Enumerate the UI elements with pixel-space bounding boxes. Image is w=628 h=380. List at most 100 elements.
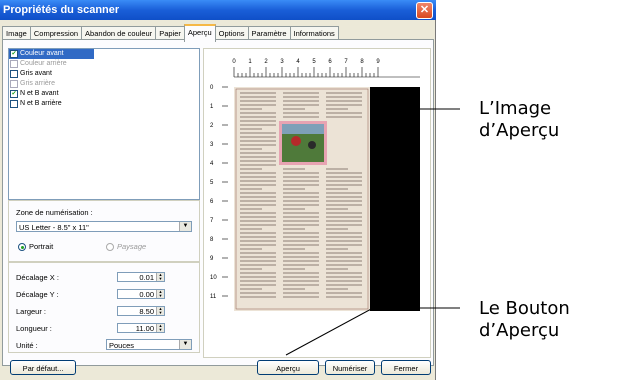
list-item[interactable]: ✔ Couleur avant bbox=[9, 49, 94, 59]
checkbox-icon[interactable] bbox=[10, 100, 18, 108]
window-title: Propriétés du scanner bbox=[3, 4, 120, 16]
checkbox-icon[interactable] bbox=[10, 60, 18, 68]
landscape-label: Paysage bbox=[117, 242, 147, 251]
spinner-arrows-icon[interactable]: ▲ ▼ bbox=[156, 273, 164, 281]
list-item[interactable]: Gris avant bbox=[9, 69, 199, 79]
tab-image[interactable]: Image bbox=[2, 26, 31, 40]
ruler-left-label: 2 bbox=[210, 123, 214, 129]
callout-preview-image-line1: L’Image bbox=[479, 98, 552, 119]
offset-x-label: Décalage X : bbox=[16, 273, 59, 282]
checkbox-icon[interactable] bbox=[10, 70, 18, 78]
tab-param-tre[interactable]: Paramètre bbox=[247, 26, 291, 40]
scan-area-value: US Letter - 8.5" x 11" bbox=[19, 223, 89, 232]
spinner-arrows-icon[interactable]: ▲ ▼ bbox=[156, 307, 164, 315]
ruler-left-label: 8 bbox=[210, 237, 214, 243]
scan-button[interactable]: Numériser bbox=[325, 360, 375, 375]
scan-area-label: Zone de numérisation : bbox=[16, 208, 93, 217]
list-item-label: Gris arrière bbox=[20, 80, 56, 87]
preview-canvas: 0 1 2 3 4 5 6 7 8 9 0 1 2 3 4 5 6 7 8 9 10 11 bbox=[210, 59, 420, 311]
callout-preview-button-line2: d’Aperçu bbox=[479, 320, 560, 341]
length-value: 11.00 bbox=[135, 324, 154, 333]
ruler-left-label: 5 bbox=[210, 180, 214, 186]
scan-area-select[interactable]: US Letter - 8.5" x 11" ▼ bbox=[16, 221, 192, 232]
ruler-top-label: 9 bbox=[376, 59, 380, 65]
list-item[interactable]: ✔ N et B avant bbox=[9, 89, 199, 99]
title-bar[interactable]: Propriétés du scanner ✕ bbox=[0, 0, 436, 20]
image-type-list[interactable]: ✔ Couleur avant Couleur arrière Gris avant G… bbox=[8, 48, 200, 200]
dimensions-group: Décalage X : 0.01 ▲ ▼ Décalage Y : 0.00 ▲… bbox=[8, 262, 200, 353]
ruler-left-label: 3 bbox=[210, 142, 214, 148]
width-label: Largeur : bbox=[16, 307, 47, 316]
callout-preview-button-line1: Le Bouton bbox=[479, 298, 570, 319]
spinner-arrows-icon[interactable]: ▲ ▼ bbox=[156, 290, 164, 298]
list-item-label: N et B arrière bbox=[20, 100, 62, 107]
callout-preview-image: L’Image d’Aperçu bbox=[479, 98, 559, 142]
ruler-left-label: 6 bbox=[210, 199, 214, 205]
checkbox-checked-icon[interactable]: ✔ bbox=[10, 90, 18, 98]
list-item[interactable]: Gris arrière bbox=[9, 79, 199, 89]
list-item-label: Couleur avant bbox=[20, 50, 64, 57]
ruler-left-label: 4 bbox=[210, 161, 214, 167]
width-spinner[interactable]: 8.50 ▲ ▼ bbox=[117, 306, 165, 316]
width-value: 8.50 bbox=[139, 307, 154, 316]
ruler-top-label: 6 bbox=[328, 59, 332, 65]
ruler-top-label: 8 bbox=[360, 59, 364, 65]
tab-aper-u[interactable]: Aperçu bbox=[183, 24, 216, 42]
tab-compression[interactable]: Compression bbox=[29, 26, 83, 40]
tab-informations[interactable]: Informations bbox=[289, 26, 339, 40]
ruler-top-label: 5 bbox=[312, 59, 316, 65]
portrait-radio[interactable] bbox=[18, 243, 26, 251]
offset-x-value: 0.01 bbox=[139, 273, 154, 282]
landscape-radio[interactable] bbox=[106, 243, 114, 251]
list-item[interactable]: N et B arrière bbox=[9, 99, 199, 109]
ruler-top-label: 7 bbox=[344, 59, 348, 65]
checkbox-checked-icon[interactable]: ✔ bbox=[10, 50, 18, 58]
callout-preview-image-line2: d’Aperçu bbox=[479, 120, 560, 141]
ruler-top-label: 0 bbox=[232, 59, 236, 65]
close-button[interactable]: Fermer bbox=[381, 360, 431, 375]
ruler-left-label: 10 bbox=[210, 275, 217, 281]
scanner-properties-window: Propriétés du scanner ✕ Image Compression… bbox=[0, 0, 436, 380]
ruler-top-label: 2 bbox=[264, 59, 268, 65]
tab-strip: Image Compression Abandon de couleur Papier… bbox=[2, 24, 339, 42]
ruler-top-label: 4 bbox=[296, 59, 300, 65]
tab-abandon-de-couleur[interactable]: Abandon de couleur bbox=[81, 26, 157, 40]
ruler-left-label: 0 bbox=[210, 85, 214, 91]
list-item[interactable]: Couleur arrière bbox=[9, 59, 199, 69]
preview-button[interactable]: Aperçu bbox=[257, 360, 319, 375]
ruler-top-label: 3 bbox=[280, 59, 284, 65]
offset-y-label: Décalage Y : bbox=[16, 290, 59, 299]
unit-value: Pouces bbox=[109, 341, 135, 350]
offset-y-spinner[interactable]: 0.00 ▲ ▼ bbox=[117, 289, 165, 299]
tab-options[interactable]: Options bbox=[214, 26, 249, 40]
portrait-label: Portrait bbox=[29, 242, 54, 251]
unit-label: Unité : bbox=[16, 341, 38, 350]
default-button[interactable]: Par défaut... bbox=[10, 360, 76, 375]
list-item-label: N et B avant bbox=[20, 90, 59, 97]
photo-figure-1 bbox=[291, 136, 301, 146]
top-ruler: 0 1 2 3 4 5 6 7 8 9 bbox=[232, 59, 420, 78]
preview-tab-panel: ✔ Couleur avant Couleur arrière Gris avant G… bbox=[2, 39, 434, 366]
ruler-top-label: 1 bbox=[248, 59, 252, 65]
ruler-left-label: 7 bbox=[210, 218, 214, 224]
spinner-arrows-icon[interactable]: ▲ ▼ bbox=[156, 324, 164, 332]
offset-y-value: 0.00 bbox=[139, 290, 154, 299]
photo-figure-2 bbox=[308, 141, 316, 149]
callout-preview-button: Le Bouton d’Aperçu bbox=[479, 298, 570, 342]
length-spinner[interactable]: 11.00 ▲ ▼ bbox=[117, 323, 165, 333]
ruler-left-label: 9 bbox=[210, 256, 214, 262]
left-ruler: 0 1 2 3 4 5 6 7 8 9 10 11 bbox=[210, 85, 228, 300]
chevron-down-icon[interactable]: ▼ bbox=[179, 340, 191, 349]
tab-papier[interactable]: Papier bbox=[155, 26, 185, 40]
close-icon[interactable]: ✕ bbox=[416, 2, 433, 19]
length-label: Longueur : bbox=[16, 324, 52, 333]
photo-sky bbox=[282, 124, 324, 134]
unit-select[interactable]: Pouces ▼ bbox=[106, 339, 192, 350]
scan-area-group: Zone de numérisation : US Letter - 8.5" … bbox=[8, 200, 200, 262]
checkbox-icon[interactable] bbox=[10, 80, 18, 88]
ruler-left-label: 1 bbox=[210, 104, 214, 110]
preview-area[interactable]: 0 1 2 3 4 5 6 7 8 9 0 1 2 3 4 5 6 7 8 9 10 11 bbox=[203, 48, 431, 358]
list-item-label: Couleur arrière bbox=[20, 60, 67, 67]
chevron-down-icon[interactable]: ▼ bbox=[179, 222, 191, 231]
offset-x-spinner[interactable]: 0.01 ▲ ▼ bbox=[117, 272, 165, 282]
